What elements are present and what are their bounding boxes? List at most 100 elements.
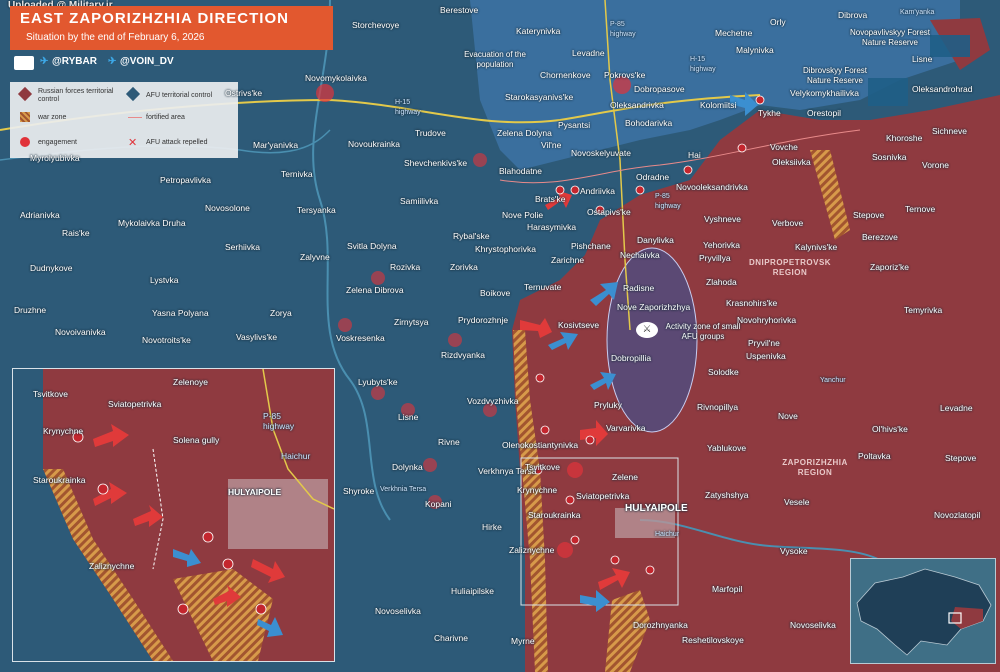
place-tsvitkove: Tsvitkove bbox=[525, 462, 560, 472]
river-label-verkhnia-tersa: Verkhnia Tersa bbox=[380, 486, 427, 493]
ukraine-minimap bbox=[850, 558, 996, 664]
region-dnipro: DNIPROPETROVSK REGION bbox=[748, 258, 832, 277]
place-vilne: Vil'ne bbox=[541, 140, 562, 150]
place-novoivanivka: Novoivanivka bbox=[55, 327, 106, 337]
russian-control-swatch bbox=[17, 86, 33, 102]
place-novoskelyuvate: Novoskelyuvate bbox=[571, 148, 632, 158]
place-sosnivka: Sosnivka bbox=[872, 152, 907, 162]
place-zelena-dolyna: Zelena Dolyna bbox=[497, 128, 552, 138]
legend-engagement: engagement bbox=[38, 139, 77, 146]
place-starouspenivka: Staroukrainka bbox=[528, 510, 581, 520]
place-levadne-e: Levadne bbox=[940, 403, 973, 413]
inset-solena-gully: Solena gully bbox=[173, 435, 220, 445]
annotation-activity-zone: Activity zone of small AFU groups bbox=[665, 322, 741, 341]
place-novotroitske: Novotroits'ke bbox=[142, 335, 191, 345]
fortified-swatch bbox=[128, 117, 142, 118]
inset-krynychne: Krynychne bbox=[43, 426, 84, 436]
place-vorone: Vorone bbox=[922, 160, 949, 170]
inset-map: Tsvitkove Zelenoye Sviatopetrivka Krynyc… bbox=[12, 368, 335, 662]
place-novosolone: Novosolone bbox=[205, 203, 250, 213]
inset-hulyaipole: HULYAIPOLE bbox=[228, 487, 282, 497]
place-zirnytsya: Zirnytsya bbox=[394, 317, 429, 327]
road-label-h15-east: H-15 highway bbox=[690, 56, 716, 73]
annotation-forest-novopavlivskyy: Novopavlivskyy Forest Nature Reserve bbox=[849, 28, 931, 47]
place-ternivka: Ternivka bbox=[281, 169, 313, 179]
place-pokrovske: Pokrovs'ke bbox=[604, 70, 646, 80]
place-ostrivske: Ostrivs'ke bbox=[225, 88, 263, 98]
place-vasylivske: Vasylivs'ke bbox=[236, 332, 278, 342]
legend-fortified: fortified area bbox=[146, 114, 185, 121]
place-kalynivske: Kalynivs'ke bbox=[795, 242, 838, 252]
place-zaporizke: Zaporiz'ke bbox=[870, 262, 909, 272]
place-lisne: Lisne bbox=[398, 412, 419, 422]
place-orestopil: Orestopil bbox=[807, 108, 842, 118]
place-mykolaivka-druha: Mykolaivka Druha bbox=[118, 218, 186, 228]
place-nove-zaporizhzhya: Nove Zaporizhzhya bbox=[617, 302, 691, 312]
place-rivnopillya: Rivnopillya bbox=[697, 402, 739, 412]
place-danylivka: Danylivka bbox=[637, 235, 674, 245]
place-berestove: Berestove bbox=[440, 5, 479, 15]
inset-staroukrainka: Staroukrainka bbox=[33, 475, 86, 485]
legend: Russian forces territorial control AFU t… bbox=[10, 82, 238, 158]
place-olenokostiantynivka: Olenokostiantynivka bbox=[502, 440, 579, 450]
place-harasymivka: Harasymivka bbox=[527, 222, 577, 232]
place-katerynivka: Katerynivka bbox=[516, 26, 561, 36]
place-samiilivka: Samiilivka bbox=[400, 196, 439, 206]
map-subtitle: Situation by the end of February 6, 2026 bbox=[26, 32, 205, 43]
place-dolynka: Dolynka bbox=[392, 462, 423, 472]
inset-road-p85: P-85 highway bbox=[263, 411, 295, 431]
place-ternove: Ternove bbox=[905, 204, 936, 214]
place-novoselivka-e: Novoselivka bbox=[790, 620, 836, 630]
place-boikove: Boikove bbox=[480, 288, 511, 298]
place-svitla-dolyna: Svitla Dolyna bbox=[347, 241, 397, 251]
place-raiske: Rais'ke bbox=[62, 228, 90, 238]
place-adrianivka: Adrianivka bbox=[20, 210, 60, 220]
place-zalyvne: Zalyvne bbox=[300, 252, 330, 262]
forest-reserve-dibrovskyy bbox=[868, 78, 908, 106]
place-dobropasove: Dobropasove bbox=[634, 84, 685, 94]
place-mechetne: Mechetne bbox=[715, 28, 753, 38]
engagement-icon bbox=[20, 137, 30, 147]
place-huliaipilske: Huliaipilske bbox=[451, 586, 494, 596]
place-zarichne: Zarichne bbox=[551, 255, 585, 265]
place-zorya: Zorya bbox=[270, 308, 292, 318]
telegram-icon: ✈ bbox=[40, 56, 49, 67]
place-bratske: Brats'ke bbox=[535, 194, 566, 204]
forest-reserve-novopavlivskyy bbox=[930, 35, 970, 57]
place-levadne: Levadne bbox=[572, 48, 605, 58]
title-box: EAST ZAPORIZHZHIA DIRECTION Situation by… bbox=[10, 6, 333, 50]
place-shyroke: Shyroke bbox=[343, 486, 375, 496]
place-vovche: Vovche bbox=[770, 142, 798, 152]
place-pryvilne: Pryvil'ne bbox=[748, 338, 780, 348]
social-rybar: @RYBAR bbox=[52, 56, 97, 67]
place-novomykolaivka: Novomykolaivka bbox=[305, 73, 367, 83]
inset-tsvitkove: Tsvitkove bbox=[33, 389, 68, 399]
place-solodke: Solodke bbox=[708, 367, 739, 377]
social-icons bbox=[14, 56, 34, 70]
place-sichneve: Sichneve bbox=[932, 126, 967, 136]
place-pishchane: Pishchane bbox=[571, 241, 611, 251]
legend-afu: AFU territorial control bbox=[146, 92, 213, 99]
place-myrne: Myrne bbox=[511, 636, 535, 646]
place-velykomykhailivka: Velykomykhailivka bbox=[790, 88, 859, 98]
place-kolomiitsi: Kolomiitsi bbox=[700, 100, 737, 110]
war-zone-swatch bbox=[20, 112, 30, 122]
place-marfopil: Marfopil bbox=[712, 584, 743, 594]
place-novohryhorivka: Novohryhorivka bbox=[737, 315, 797, 325]
place-lystvka: Lystvka bbox=[150, 275, 179, 285]
place-novozlatopil: Novozlatopil bbox=[934, 510, 981, 520]
place-ostapivske: Ostapivs'ke bbox=[587, 207, 631, 217]
place-poltavka: Poltavka bbox=[858, 451, 891, 461]
annotation-evacuation: Evacuation of the population bbox=[464, 50, 526, 69]
inset-sviatopetrivka: Sviatopetrivka bbox=[108, 399, 162, 409]
place-khoroshe: Khoroshe bbox=[886, 133, 923, 143]
place-zelena-dibrova: Zelena Dibrova bbox=[346, 285, 404, 295]
place-odradne: Odradne bbox=[636, 172, 670, 182]
place-lisne-ne: Lisne bbox=[912, 54, 933, 64]
place-andriivka: Andriivka bbox=[580, 186, 615, 196]
place-kosivtseve: Kosivtseve bbox=[558, 320, 600, 330]
place-varvarivka: Varvarivka bbox=[606, 423, 646, 433]
place-dobropillia: Dobropillia bbox=[611, 353, 652, 363]
place-oleksandrohrad: Oleksandrohrad bbox=[912, 84, 973, 94]
road-label-p85: P-85 highway bbox=[610, 21, 636, 38]
